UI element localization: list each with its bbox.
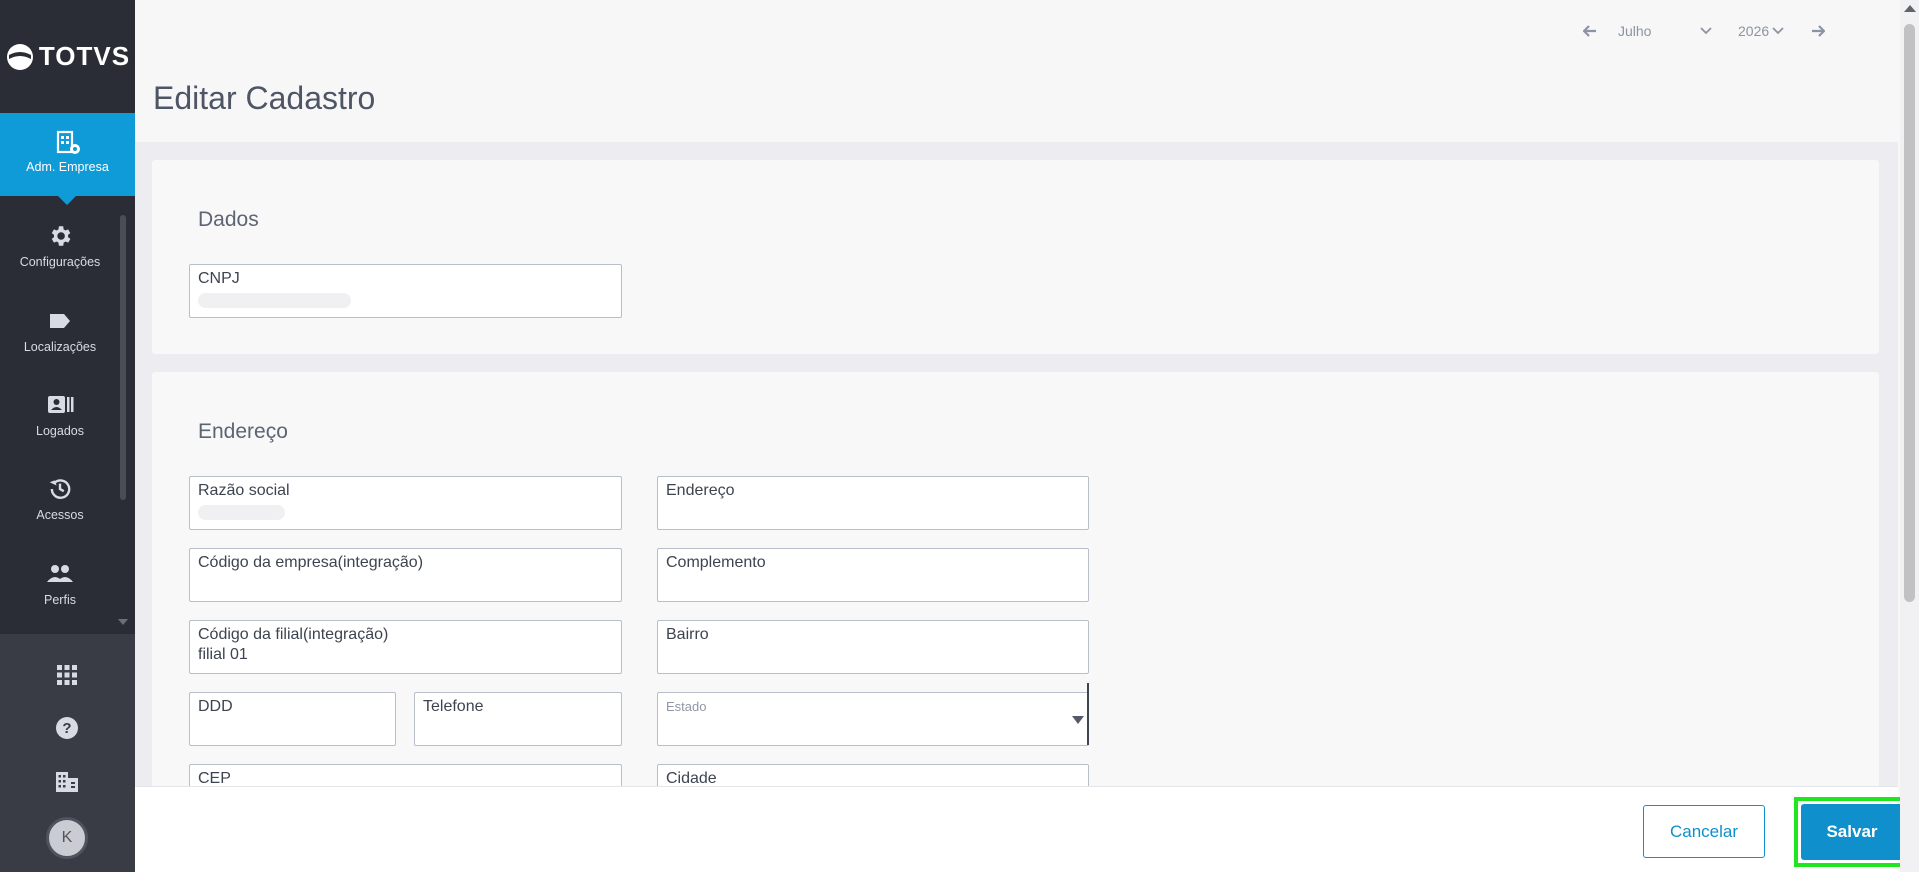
endereco-label: Endereço: [666, 482, 735, 499]
brand-name: TOTVS: [38, 41, 131, 71]
main-scrollbar-thumb[interactable]: [1904, 24, 1915, 602]
sidebar-item-adm-empresa[interactable]: Adm. Empresa: [0, 113, 135, 205]
avatar[interactable]: K: [46, 817, 88, 859]
bairro-field[interactable]: Bairro: [657, 620, 1089, 674]
svg-text:?: ?: [62, 720, 71, 737]
estado-cursor-bar: [1087, 683, 1089, 745]
sidebar-item-label: Acessos: [36, 508, 84, 522]
telefone-label: Telefone: [423, 698, 484, 715]
sidebar-item-logados[interactable]: Logados: [0, 392, 120, 462]
razao-social-field[interactable]: Razão social: [189, 476, 622, 530]
sidebar-scrollbar[interactable]: [120, 215, 126, 500]
id-card-icon: [0, 392, 120, 418]
cnpj-label: CNPJ: [198, 270, 240, 287]
sidebar-item-localizacoes[interactable]: Localizações: [0, 308, 120, 378]
history-icon: [0, 476, 120, 502]
sidebar-item-label: Adm. Empresa: [26, 160, 109, 174]
codigo-filial-field[interactable]: Código da filial(integração) filial 01: [189, 620, 622, 674]
sidebar-item-label: Configurações: [19, 255, 101, 269]
page-title: Editar Cadastro: [153, 80, 376, 116]
building-gear-icon: [0, 130, 135, 156]
month-select[interactable]: Julho: [1618, 23, 1700, 39]
year-select[interactable]: 2026: [1738, 23, 1772, 39]
people-icon: [0, 561, 120, 587]
codigo-filial-label: Código da filial(integração): [198, 626, 389, 643]
gear-icon: [0, 223, 120, 249]
bairro-label: Bairro: [666, 626, 709, 643]
next-period-arrow-icon[interactable]: [1808, 21, 1828, 41]
ddd-field[interactable]: DDD: [189, 692, 396, 746]
complemento-field[interactable]: Complemento: [657, 548, 1089, 602]
razao-social-label: Razão social: [198, 482, 290, 499]
sidebar-item-configuracoes[interactable]: Configurações: [0, 223, 120, 293]
help-icon[interactable]: ?: [52, 713, 82, 743]
codigo-empresa-field[interactable]: Código da empresa(integração): [189, 548, 622, 602]
cancel-button[interactable]: Cancelar: [1643, 805, 1765, 858]
active-caret: [58, 196, 76, 205]
period-selector: Julho 2026: [1580, 20, 1828, 42]
month-chevron-down-icon[interactable]: [1700, 27, 1716, 35]
endereco-field[interactable]: Endereço: [657, 476, 1089, 530]
section-title-dados: Dados: [198, 208, 259, 231]
section-title-endereco: Endereço: [198, 420, 288, 443]
footer-bar: [135, 786, 1898, 872]
estado-label: Estado: [666, 699, 707, 714]
cnpj-field[interactable]: CNPJ: [189, 264, 622, 318]
sidebar-item-acessos[interactable]: Acessos: [0, 476, 120, 546]
estado-select[interactable]: Estado: [657, 683, 1089, 746]
codigo-empresa-label: Código da empresa(integração): [198, 554, 424, 571]
year-chevron-down-icon[interactable]: [1772, 27, 1788, 35]
totvs-logo[interactable]: TOTVS: [0, 0, 135, 113]
apps-grid-icon[interactable]: [52, 660, 82, 690]
card-dados: Dados CNPJ: [152, 160, 1879, 354]
company-icon[interactable]: [52, 767, 82, 797]
card-endereco: Endereço Razão social Código da empresa(…: [152, 372, 1879, 818]
sidebar-item-label: Logados: [36, 424, 84, 438]
save-button-highlight: Salvar: [1794, 797, 1910, 867]
save-button[interactable]: Salvar: [1801, 804, 1903, 860]
sidebar: TOTVS Adm. Empresa Configurações Localiz…: [0, 0, 135, 872]
previous-period-arrow-icon[interactable]: [1580, 21, 1600, 41]
ddd-label: DDD: [198, 698, 233, 715]
telefone-field[interactable]: Telefone: [414, 692, 622, 746]
sidebar-scroll-down-icon[interactable]: [118, 619, 128, 625]
codigo-filial-value: filial 01: [198, 646, 248, 663]
scroll-up-arrow-icon[interactable]: [1904, 5, 1916, 12]
estado-dropdown-arrow-icon[interactable]: [1072, 716, 1084, 724]
totvs-logo-icon: [6, 43, 33, 70]
complemento-label: Complemento: [666, 554, 766, 571]
tag-icon: [0, 308, 120, 334]
sidebar-item-perfis[interactable]: Perfis: [0, 561, 120, 631]
sidebar-item-label: Localizações: [23, 340, 97, 354]
sidebar-item-label: Perfis: [44, 593, 76, 607]
razao-social-value-redacted: [198, 505, 285, 520]
cnpj-value-redacted: [198, 293, 351, 308]
